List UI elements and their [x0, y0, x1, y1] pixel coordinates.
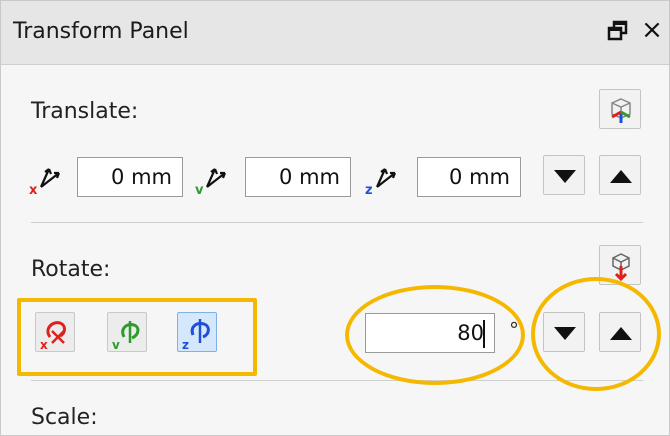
stepper-buttons-highlight: [531, 277, 661, 391]
float-window-icon[interactable]: [607, 19, 629, 43]
axis-buttons-highlight: [17, 298, 257, 376]
panel-title: Transform Panel: [13, 19, 189, 44]
cube-axes-icon: [611, 98, 631, 123]
translate-reset-button[interactable]: [599, 89, 641, 129]
translate-decrease-button[interactable]: [543, 155, 585, 195]
translate-x-field[interactable]: 0 mm: [77, 157, 183, 197]
svg-text:z: z: [365, 183, 373, 197]
rotate-label: Rotate:: [31, 257, 111, 282]
triangle-up-icon: [610, 170, 632, 183]
translate-y-field[interactable]: 0 mm: [245, 157, 351, 197]
x-axis-icon: x: [29, 163, 63, 198]
scale-label: Scale:: [31, 405, 98, 430]
z-axis-icon: z: [365, 163, 399, 198]
triangle-down-icon: [554, 170, 576, 183]
separator: [31, 222, 643, 223]
close-icon[interactable]: ×: [639, 15, 665, 45]
separator: [31, 380, 643, 381]
svg-text:v: v: [195, 183, 204, 197]
translate-z-field[interactable]: 0 mm: [417, 157, 521, 197]
y-axis-icon: v: [195, 163, 229, 198]
transform-panel: Transform Panel × Translate: x 0 mm v 0 …: [0, 0, 670, 436]
angle-field-highlight: [345, 285, 525, 385]
panel-title-bar: Transform Panel ×: [1, 1, 669, 65]
translate-label: Translate:: [31, 99, 139, 124]
svg-text:x: x: [29, 183, 38, 197]
translate-increase-button[interactable]: [599, 155, 641, 195]
